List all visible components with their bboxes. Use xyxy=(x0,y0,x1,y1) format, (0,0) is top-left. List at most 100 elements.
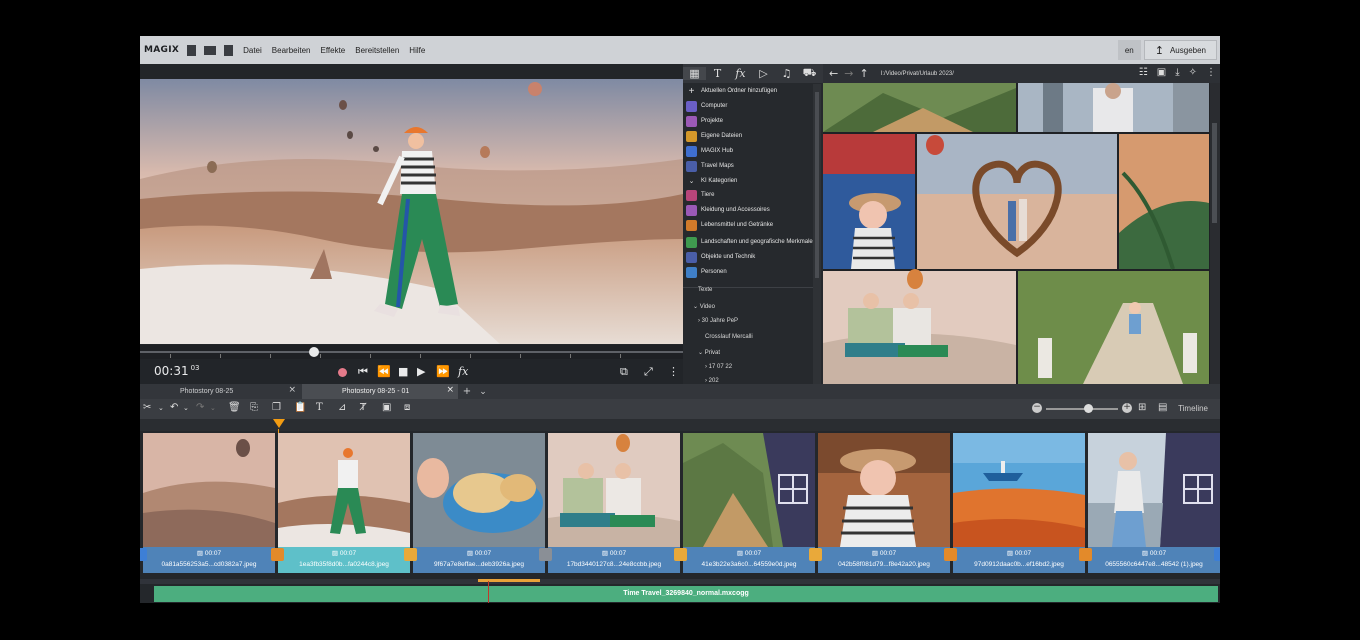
export-button[interactable]: ↥ Ausgeben xyxy=(1143,40,1217,60)
music-icon[interactable]: ♫ xyxy=(775,67,798,80)
timeline-clip[interactable]: ▨ 00:07 0a81a556253a5...cd0382a7.jpeg xyxy=(143,433,275,573)
menu-datei[interactable]: Datei xyxy=(243,46,262,55)
timeline-clip[interactable]: ▨ 00:07 97d0912daac0b...ef16bd2.jpeg xyxy=(953,433,1085,573)
zoom-in-icon[interactable]: + xyxy=(1122,403,1132,413)
timeline-clip-selected[interactable]: ▨ 00:07 1ea3fb35f8d0b...fa0244c8.jpeg xyxy=(278,433,410,573)
timeline-ruler[interactable] xyxy=(140,419,1220,431)
back-arrow-icon[interactable]: ← xyxy=(829,67,838,80)
tree-crosslauf[interactable]: Crosslauf Mercalli xyxy=(705,334,753,340)
transition-icon[interactable] xyxy=(140,548,147,561)
add-tab-button[interactable]: + xyxy=(460,384,474,399)
transition-icon[interactable] xyxy=(1079,548,1092,561)
scissors-icon[interactable]: ✂ xyxy=(143,402,151,413)
fullscreen-icon[interactable]: ⤢ xyxy=(644,365,653,379)
timeline-clip[interactable]: ▨ 00:07 042b58f081d79...f8e42a20.jpeg xyxy=(818,433,950,573)
ki-item-objekte[interactable]: Objekte und Technik xyxy=(686,250,816,264)
effects-icon[interactable]: fx xyxy=(729,67,752,80)
pool-item-travel-maps[interactable]: Travel Maps xyxy=(686,159,816,173)
playhead[interactable] xyxy=(273,419,285,428)
tab-photostory-08-25-01[interactable]: Photostory 08-25 - 01 × xyxy=(302,384,458,399)
browser-scrollbar[interactable] xyxy=(1210,83,1220,384)
timeline-clip[interactable]: ▨ 00:07 17bd3440127c8...24e8ccbb.jpeg xyxy=(548,433,680,573)
tab-photostory-08-25[interactable]: Photostory 08-25 × xyxy=(140,384,300,399)
tab-menu-chevron-icon[interactable]: ⌄ xyxy=(476,384,490,399)
grid-icon[interactable]: ▦ xyxy=(683,67,706,80)
transition-icon[interactable] xyxy=(1214,548,1220,561)
zoom-out-icon[interactable]: − xyxy=(1032,403,1042,413)
ki-item-tiere[interactable]: Tiere xyxy=(686,188,816,202)
ki-item-personen[interactable]: Personen xyxy=(686,265,816,279)
pool-item-magix-hub[interactable]: MAGIX Hub xyxy=(686,144,816,158)
thumb-valley[interactable] xyxy=(823,83,1016,132)
forward-arrow-icon[interactable]: → xyxy=(844,67,853,80)
pool-scrollbar[interactable] xyxy=(813,84,821,384)
thumb-heart-frame[interactable] xyxy=(917,134,1117,269)
ki-item-lebensmittel[interactable]: Lebensmittel und Getränke xyxy=(686,218,816,232)
partial-header-button[interactable]: en xyxy=(1117,40,1141,60)
transition-icon[interactable] xyxy=(404,548,417,561)
redo-icon[interactable]: ↷ xyxy=(196,402,204,413)
record-button[interactable] xyxy=(338,368,347,377)
timeline-mode-label[interactable]: Timeline xyxy=(1178,404,1208,413)
title-icon[interactable]: T xyxy=(316,402,323,413)
transition-icon[interactable] xyxy=(674,548,687,561)
pool-item-computer[interactable]: Computer xyxy=(686,99,816,113)
list-view-icon[interactable]: ☷ xyxy=(1139,67,1148,78)
open-folder-icon[interactable] xyxy=(204,45,217,55)
fx-icon[interactable]: fx xyxy=(458,365,468,378)
chevron-down-icon[interactable]: ⌄ xyxy=(183,404,189,412)
add-folder-button[interactable]: + Aktuellen Ordner hinzufügen xyxy=(686,84,816,98)
ki-item-kleidung[interactable]: Kleidung und Accessoires xyxy=(686,203,816,217)
split-icon[interactable]: ⧈ xyxy=(404,402,410,413)
scrubber-handle[interactable] xyxy=(309,347,319,357)
new-file-icon[interactable] xyxy=(187,44,197,56)
pool-item-eigene-dateien[interactable]: Eigene Dateien xyxy=(686,129,816,143)
more-icon[interactable]: ⋮ xyxy=(668,365,679,378)
timeline-clip[interactable]: ▨ 00:07 9f67a7e8effae...deb3926a.jpeg xyxy=(413,433,545,573)
image-view-icon[interactable]: ▣ xyxy=(1157,67,1166,78)
fast-forward-icon[interactable]: ⏩ xyxy=(436,365,450,378)
timeline-clip[interactable]: ▨ 00:07 0655560c6447e8...48542 (1).jpeg xyxy=(1088,433,1220,573)
menu-bearbeiten[interactable]: Bearbeiten xyxy=(272,46,311,55)
zoom-slider[interactable]: − + xyxy=(1032,403,1132,415)
zoom-handle[interactable] xyxy=(1084,404,1093,413)
thumb-two-women[interactable] xyxy=(823,269,1016,384)
ki-categories-header[interactable]: ⌄ KI Kategorien xyxy=(686,174,816,188)
cart-icon[interactable]: ⛟ xyxy=(798,66,821,81)
skip-back-icon[interactable]: ⏮ xyxy=(358,365,368,379)
stop-icon[interactable]: ■ xyxy=(398,365,408,378)
transition-icon[interactable] xyxy=(809,548,822,561)
tree-17-07-22[interactable]: › 17 07 22 xyxy=(705,364,732,370)
tree-video[interactable]: ⌄ Video xyxy=(693,303,715,310)
preview-scrubber[interactable] xyxy=(140,345,683,359)
text-icon[interactable]: T xyxy=(706,67,729,80)
copy-icon[interactable]: ❐ xyxy=(272,402,281,413)
crop-icon[interactable]: ⊿ xyxy=(338,402,346,413)
delete-icon[interactable]: 🗑 xyxy=(228,402,241,413)
paste-icon[interactable]: 📋 xyxy=(294,402,306,413)
transitions-icon[interactable]: ▷ xyxy=(752,67,775,80)
thumb-olive-path[interactable] xyxy=(1018,271,1209,384)
rewind-icon[interactable]: ⏪ xyxy=(377,365,391,378)
tree-texte[interactable]: Texte xyxy=(698,287,712,293)
save-icon[interactable] xyxy=(224,44,234,56)
frame-icon[interactable]: ▣ xyxy=(382,402,391,413)
play-icon[interactable]: ▶ xyxy=(417,365,425,378)
audio-clip[interactable]: Time Travel_3269840_normal.mxcogg xyxy=(154,586,1218,602)
transition-icon[interactable] xyxy=(271,548,284,561)
download-icon[interactable]: ⤓ xyxy=(1175,67,1179,78)
thumb-palm[interactable] xyxy=(1119,134,1209,270)
menu-hilfe[interactable]: Hilfe xyxy=(409,46,425,55)
menu-bereitstellen[interactable]: Bereitstellen xyxy=(355,46,399,55)
chevron-down-icon[interactable]: ⌄ xyxy=(158,404,164,412)
more-icon[interactable]: ⋮ xyxy=(1206,67,1216,78)
thumb-phone-woman[interactable] xyxy=(1018,83,1209,132)
ki-item-landschaften[interactable]: Landschaften und geografische Merkmale xyxy=(686,233,816,251)
menu-effekte[interactable]: Effekte xyxy=(321,46,346,55)
transition-icon[interactable] xyxy=(539,548,552,561)
close-icon[interactable]: × xyxy=(446,385,454,395)
cut-icon[interactable]: ⎘ xyxy=(250,402,258,413)
pool-item-projekte[interactable]: Projekte xyxy=(686,114,816,128)
chevron-down-icon[interactable]: ⌄ xyxy=(210,404,216,412)
up-arrow-icon[interactable]: ↑ xyxy=(859,67,868,80)
